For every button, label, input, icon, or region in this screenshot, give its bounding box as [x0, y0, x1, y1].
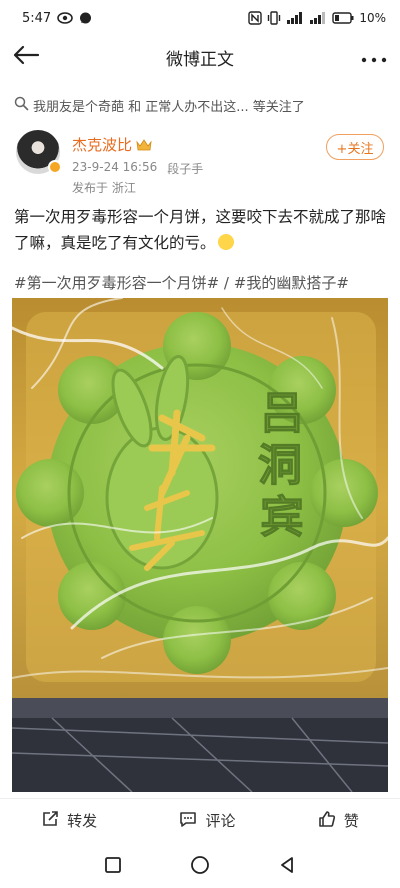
hashtag-1[interactable]: #第一次用歹毒形容一个月饼# [14, 274, 219, 292]
action-bar: 转发 评论 赞 [0, 798, 400, 842]
nfc-icon [248, 11, 263, 25]
mooncake-char-3: 宾 [260, 492, 304, 543]
signal-icon-2 [309, 12, 327, 24]
more-dots-icon [361, 48, 387, 67]
hashtag-2[interactable]: #我的幽默搭子# [234, 274, 349, 292]
more-button[interactable] [358, 42, 390, 72]
emoji-icon [217, 234, 234, 250]
back-nav-button[interactable] [278, 856, 296, 878]
circle-icon [191, 856, 209, 874]
crown-icon [136, 138, 152, 152]
post-location: 发布于 浙江 [72, 181, 136, 195]
vibrate-icon [267, 11, 281, 25]
post-text-content: 第一次用歹毒形容一个月饼，这要咬下去不就成了那啥了嘛，真是吃了有文化的亏。 [14, 208, 387, 252]
comment-icon [179, 810, 197, 832]
like-button[interactable]: 赞 [318, 810, 359, 832]
author-name-text: 杰克波比 [72, 136, 133, 154]
follow-button[interactable]: +关注 [326, 134, 384, 160]
battery-icon [332, 12, 354, 24]
status-bar: 5:47 10% [0, 0, 400, 36]
hashtags: #第一次用歹毒形容一个月饼# / #我的幽默搭子# [14, 272, 388, 293]
follow-hint[interactable]: 我朋友是个奇葩 和 正常人办不出这... 等关注了 [0, 90, 400, 120]
recent-apps-button[interactable] [104, 856, 122, 878]
post-text: 第一次用歹毒形容一个月饼，这要咬下去不就成了那啥了嘛，真是吃了有文化的亏。 [14, 204, 388, 256]
repost-label: 转发 [67, 812, 98, 830]
mooncake-char-1: 吕 [260, 388, 304, 439]
like-label: 赞 [343, 812, 359, 830]
arrow-left-icon [12, 45, 40, 69]
triangle-back-icon [281, 857, 293, 873]
chat-bubble-icon [79, 12, 92, 25]
share-icon [41, 810, 59, 832]
post-meta: 23-9-24 16:56 段子手 [72, 160, 203, 177]
system-nav-bar [0, 846, 400, 888]
thumb-up-icon [318, 810, 336, 832]
page-title: 微博正文 [166, 49, 234, 70]
author-tag: 段子手 [167, 162, 204, 176]
author-row: 杰克波比 23-9-24 16:56 段子手 发布于 浙江 +关注 [0, 124, 400, 196]
status-time: 5:47 [22, 10, 52, 26]
repost-button[interactable]: 转发 [41, 810, 97, 832]
comment-button[interactable]: 评论 [179, 810, 236, 832]
home-button[interactable] [190, 855, 210, 879]
author-name[interactable]: 杰克波比 [72, 134, 152, 155]
signal-icon [286, 12, 304, 24]
mooncake-shape [16, 312, 378, 674]
search-icon [14, 96, 29, 115]
comment-label: 评论 [205, 812, 236, 830]
back-button[interactable] [10, 42, 42, 72]
battery-level: 10% [359, 11, 386, 25]
post-date: 23-9-24 16:56 [72, 160, 158, 174]
eye-icon [57, 12, 74, 24]
nav-bar: 微博正文 [0, 36, 400, 78]
square-icon [105, 857, 121, 873]
post-image[interactable]: 吕 洞 宾 [12, 298, 388, 792]
mooncake-text: 吕 洞 宾 [258, 388, 305, 544]
mooncake-char-2: 洞 [258, 440, 302, 491]
mooncake-photo: 吕 洞 宾 [12, 298, 388, 792]
verified-badge-icon [48, 160, 62, 174]
hashtag-separator: / [223, 274, 229, 292]
follow-hint-text: 我朋友是个奇葩 和 正常人办不出这... 等关注了 [33, 99, 305, 115]
